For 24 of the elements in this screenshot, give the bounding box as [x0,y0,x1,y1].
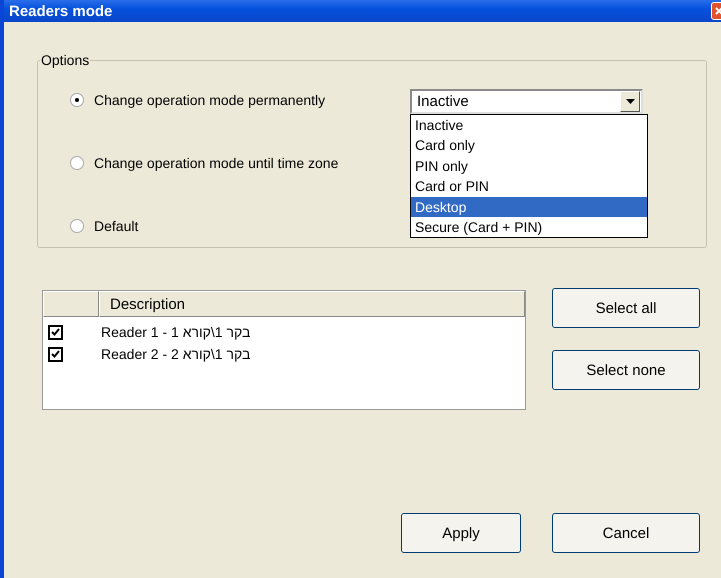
table-cell: Reader 2 - בקר 1\קורא 2 [101,346,250,362]
checkbox[interactable] [48,324,63,340]
dropdown-option[interactable]: Desktop [411,196,647,218]
radio-label: Change operation mode permanently [94,92,326,108]
radio-button[interactable] [70,93,84,107]
select-button[interactable]: Select none [552,350,700,390]
radio-label: Default [94,218,138,234]
radio-button[interactable] [70,219,84,233]
checkmark-icon [51,350,60,358]
dialog-button[interactable]: Apply [401,513,521,553]
caret-icon [626,99,634,104]
group-label: Options [40,52,90,68]
column-header[interactable]: Description [99,291,525,317]
table-cell: Reader 1 - בקר 1\קורא 1 [101,324,250,340]
checkbox[interactable] [48,346,63,362]
select-button[interactable]: Select all [552,288,700,328]
close-icon [715,7,721,15]
dropdown-arrow-button[interactable] [620,91,640,112]
radio-label: Change operation mode until time zone [94,155,338,171]
checkmark-icon [51,328,60,336]
dialog-button[interactable]: Cancel [552,513,700,553]
mode-dropdown[interactable]: Inactive [410,89,643,114]
window-title: Readers mode [9,2,112,20]
radio-button[interactable] [70,156,84,170]
